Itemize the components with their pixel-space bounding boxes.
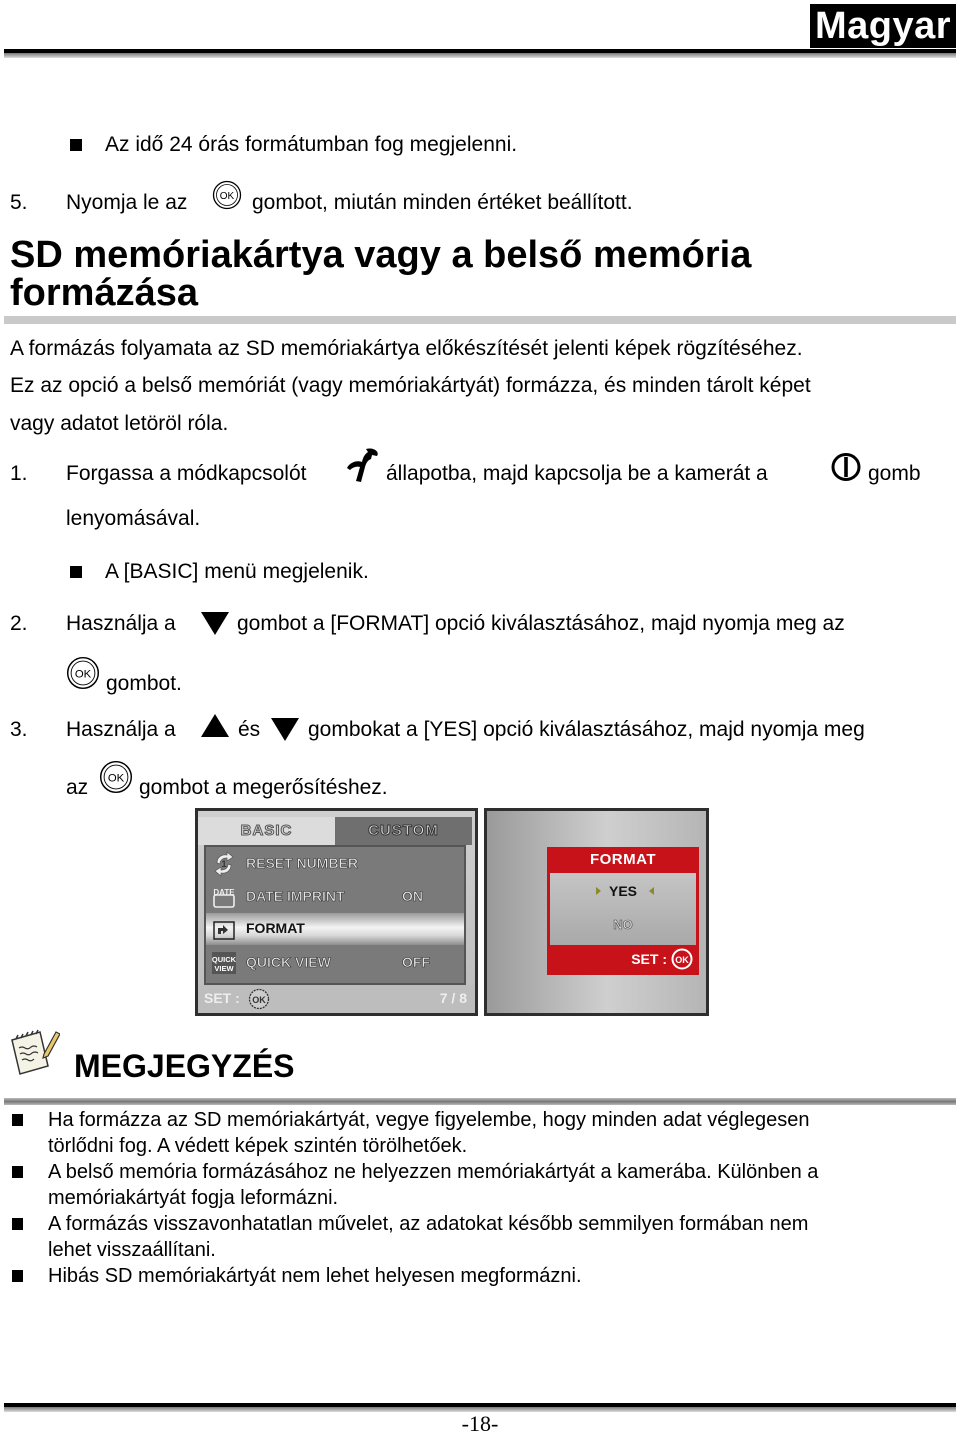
step-number: 3. bbox=[10, 718, 28, 741]
wrench-setup-icon bbox=[347, 448, 378, 482]
step-text: gombot a megerősítéshez. bbox=[139, 776, 388, 799]
menu-item-format[interactable]: FORMAT bbox=[206, 913, 464, 945]
note-item-line: Ha formázza az SD memóriakártyát, vegye … bbox=[48, 1109, 810, 1131]
dialog-options: YES NO bbox=[550, 873, 696, 945]
step-text: Használja a bbox=[66, 718, 176, 741]
step-text: lenyomásával. bbox=[66, 507, 201, 530]
option-yes[interactable]: YES bbox=[550, 883, 696, 899]
svg-text:DATE: DATE bbox=[213, 888, 235, 897]
section-title-divider bbox=[4, 316, 956, 324]
bullet-marker bbox=[12, 1270, 23, 1282]
page-indicator: 7 / 8 bbox=[439, 990, 467, 1006]
down-arrow-icon bbox=[201, 612, 229, 635]
selection-left-arrow-icon bbox=[649, 887, 654, 895]
up-arrow-icon bbox=[201, 714, 229, 737]
dialog-title: FORMAT bbox=[589, 851, 657, 868]
step-number: 2. bbox=[10, 612, 28, 635]
note-item: A belső memória formázásához ne helyezze… bbox=[48, 1159, 928, 1211]
svg-text:OK: OK bbox=[75, 669, 92, 681]
bullet-marker bbox=[12, 1166, 23, 1178]
ok-button-icon: OK bbox=[212, 180, 242, 210]
note-item-line: lehet visszaállítani. bbox=[48, 1239, 216, 1261]
note-item-line: Hibás SD memóriakártyát nem lehet helyes… bbox=[48, 1265, 582, 1287]
notepad-pencil-icon bbox=[11, 1029, 60, 1075]
set-label: SET : bbox=[631, 951, 667, 967]
note-item-line: A belső memória formázásához ne helyezze… bbox=[48, 1161, 819, 1183]
tab-basic[interactable]: BASIC bbox=[198, 817, 335, 845]
paragraph-line: vagy adatot letöröl róla. bbox=[10, 412, 229, 435]
step-text: Használja a bbox=[66, 612, 176, 635]
page-number: -18- bbox=[461, 1411, 499, 1436]
reset-number-icon: 1 bbox=[214, 851, 234, 877]
note-item-line: A formázás visszavonhatatlan művelet, az… bbox=[48, 1213, 809, 1235]
note-item-line: törlődni fog. A védett képek szintén tör… bbox=[48, 1135, 468, 1157]
set-label: SET : bbox=[204, 990, 240, 1006]
option-no[interactable]: NO bbox=[550, 917, 696, 933]
power-icon bbox=[831, 453, 861, 481]
step-text: az bbox=[66, 776, 89, 799]
menu-item-value: ON bbox=[402, 888, 424, 905]
menu-item-reset-number[interactable]: 1 RESET NUMBER bbox=[206, 848, 464, 880]
bullet-marker bbox=[12, 1114, 23, 1126]
down-arrow-icon bbox=[271, 718, 299, 741]
step-text: állapotba, majd kapcsolja be a kamerát a bbox=[386, 462, 768, 485]
step-text: gombot. bbox=[106, 672, 182, 695]
paragraph-line: Ez az opció a belső memóriát (vagy memór… bbox=[10, 374, 811, 397]
camera-screen-format-dialog: FORMAT YES NO SET : OK bbox=[484, 808, 709, 1016]
bullet-text: A [BASIC] menü megjelenik. bbox=[105, 560, 369, 583]
quick-view-icon: QUICK VIEW bbox=[212, 952, 237, 974]
paragraph-line: A formázás folyamata az SD memóriakártya… bbox=[10, 337, 803, 360]
menu-item-quick-view[interactable]: QUICK VIEW QUICK VIEW OFF bbox=[206, 947, 464, 979]
menu-item-label: QUICK VIEW bbox=[246, 954, 331, 971]
step-text: és bbox=[238, 718, 261, 741]
svg-text:VIEW: VIEW bbox=[214, 964, 234, 973]
svg-text:OK: OK bbox=[220, 191, 235, 202]
bullet-marker bbox=[70, 139, 82, 151]
step-text: gomb bbox=[868, 462, 921, 485]
note-title: MEGJEGYZÉS bbox=[74, 1048, 295, 1084]
step-text: gombot a [FORMAT] opció kiválasztásához,… bbox=[237, 612, 845, 635]
svg-text:1: 1 bbox=[221, 859, 226, 869]
menu-item-label: FORMAT bbox=[246, 920, 305, 936]
tab-custom[interactable]: CUSTOM bbox=[335, 817, 472, 845]
menu-list: 1 RESET NUMBER DATE DATE IMPRINT ON FORM… bbox=[204, 845, 466, 985]
format-dialog: FORMAT YES NO SET : OK bbox=[547, 847, 699, 975]
header-divider-shadow bbox=[4, 53, 956, 58]
note-item: Ha formázza az SD memóriakártyát, vegye … bbox=[48, 1107, 928, 1159]
ok-button-icon: OK bbox=[99, 760, 133, 794]
svg-text:OK: OK bbox=[675, 955, 689, 965]
step-text: Forgassa a módkapcsolót bbox=[66, 462, 307, 485]
camera-screen-basic-menu: BASIC CUSTOM 1 RESET NUMBER DATE DATE IM… bbox=[195, 808, 478, 1016]
step-text: gombokat a [YES] opció kiválasztásához, … bbox=[308, 718, 865, 741]
note-item: A formázás visszavonhatatlan művelet, az… bbox=[48, 1211, 928, 1263]
date-imprint-icon: DATE bbox=[213, 888, 235, 908]
section-title-line2: formázása bbox=[10, 272, 198, 314]
svg-text:OK: OK bbox=[252, 995, 266, 1005]
format-icon bbox=[213, 921, 235, 940]
step-number: 1. bbox=[10, 462, 28, 485]
svg-text:OK: OK bbox=[108, 773, 125, 785]
note-item-line: memóriakártyát fogja leformázni. bbox=[48, 1187, 339, 1209]
section-title-line1: SD memóriakártya vagy a belső memória bbox=[10, 234, 752, 276]
screen-footer: SET : OK 7 / 8 bbox=[198, 985, 475, 1013]
step-text: gombot, miután minden értéket beállított… bbox=[252, 191, 633, 214]
note-item: Hibás SD memóriakártyát nem lehet helyes… bbox=[48, 1263, 928, 1289]
language-tab: Magyar bbox=[810, 4, 956, 48]
ok-button-icon: OK bbox=[671, 948, 693, 970]
menu-item-label: DATE IMPRINT bbox=[246, 888, 345, 905]
ok-button-icon: OK bbox=[66, 656, 100, 690]
step-text: Nyomja le az bbox=[66, 191, 188, 214]
note-divider bbox=[4, 1098, 956, 1105]
ok-button-icon: OK bbox=[248, 988, 270, 1010]
menu-item-label: RESET NUMBER bbox=[246, 855, 359, 872]
step-number: 5. bbox=[10, 191, 28, 214]
menu-item-value: OFF bbox=[402, 954, 431, 971]
menu-item-date-imprint[interactable]: DATE DATE IMPRINT ON bbox=[206, 881, 464, 913]
bullet-marker bbox=[70, 566, 82, 578]
svg-text:QUICK: QUICK bbox=[212, 955, 237, 964]
bullet-marker bbox=[12, 1218, 23, 1230]
bullet-text: Az idő 24 órás formátumban fog megjelenn… bbox=[105, 133, 518, 156]
